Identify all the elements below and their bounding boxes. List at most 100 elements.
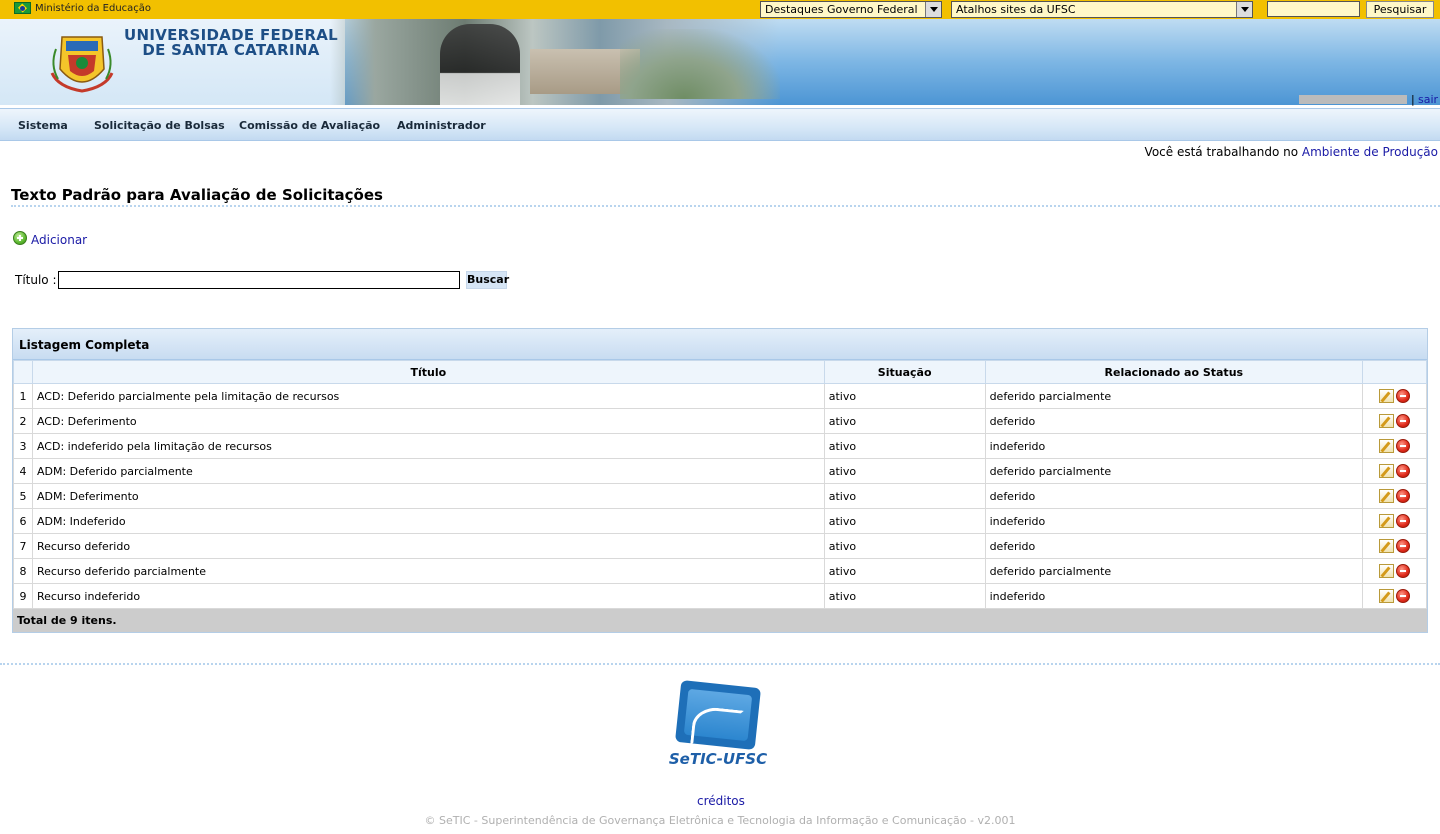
setic-logo[interactable]: SeTIC-UFSC (666, 679, 770, 770)
row-actions (1362, 558, 1427, 584)
column-header-number (13, 360, 33, 384)
table-row: 3 ACD: indeferido pela limitação de recur… (13, 433, 1427, 459)
edit-icon[interactable] (1379, 539, 1395, 553)
main-nav: Sistema Solicitação de Bolsas Comissão d… (0, 108, 1440, 141)
credits-link[interactable]: créditos (697, 794, 745, 808)
title-divider (11, 205, 1440, 207)
row-status: deferido parcialmente (984, 558, 1364, 584)
edit-icon[interactable] (1379, 489, 1395, 503)
add-button[interactable]: Adicionar (13, 229, 87, 247)
edit-icon[interactable] (1379, 414, 1395, 428)
logout-link[interactable]: sair (1418, 93, 1438, 106)
listing-table: Listagem Completa Título Situação Relaci… (12, 328, 1428, 633)
nav-item-solicitacao-bolsas[interactable]: Solicitação de Bolsas (94, 119, 225, 132)
gov-search-button[interactable]: Pesquisar (1366, 1, 1434, 18)
edit-icon[interactable] (1379, 589, 1395, 603)
delete-icon[interactable] (1396, 564, 1411, 578)
row-number: 2 (13, 408, 33, 434)
row-status: deferido (984, 533, 1364, 559)
delete-icon[interactable] (1396, 414, 1411, 428)
delete-icon[interactable] (1396, 539, 1411, 553)
row-status: deferido parcialmente (984, 383, 1364, 409)
row-number: 3 (13, 433, 33, 459)
table-footer-total: Total de 9 itens. (13, 609, 1427, 632)
table-caption: Listagem Completa (13, 329, 1427, 360)
row-status: indeferido (984, 583, 1364, 609)
table-row: 7 Recurso deferido ativo deferido (13, 533, 1427, 559)
add-link[interactable]: Adicionar (31, 233, 87, 247)
ufsc-crest-logo (50, 36, 114, 93)
add-icon (13, 231, 27, 245)
federal-highlights-select[interactable]: Destaques Governo Federal (760, 1, 942, 18)
row-title: ADM: Deferimento (31, 483, 825, 509)
nav-item-comissao-avaliacao[interactable]: Comissão de Avaliação (239, 119, 380, 132)
row-situacao: ativo (823, 383, 986, 409)
nav-item-administrador[interactable]: Administrador (397, 119, 486, 132)
row-actions (1362, 383, 1427, 409)
row-number: 7 (13, 533, 33, 559)
row-title: ACD: Deferido parcialmente pela limitaçã… (31, 383, 825, 409)
delete-icon[interactable] (1396, 514, 1411, 528)
row-status: indeferido (984, 508, 1364, 534)
row-situacao: ativo (823, 408, 986, 434)
row-status: deferido (984, 483, 1364, 509)
row-situacao: ativo (823, 483, 986, 509)
brazil-flag-icon (14, 2, 31, 14)
university-name-line2: DE SANTA CATARINA (142, 41, 320, 59)
row-situacao: ativo (823, 508, 986, 534)
row-title: ACD: Deferimento (31, 408, 825, 434)
table-row: 6 ADM: Indeferido ativo indeferido (13, 508, 1427, 534)
footer-divider (0, 663, 1440, 665)
delete-icon[interactable] (1396, 464, 1411, 478)
title-filter-label: Título : (15, 273, 57, 287)
edit-icon[interactable] (1379, 514, 1395, 528)
setic-logo-text: SeTIC-UFSC (668, 750, 768, 768)
edit-icon[interactable] (1379, 389, 1395, 403)
copyright-text: © SeTIC - Superintendência de Governança… (424, 814, 1016, 827)
ministry-label: Ministério da Educação (35, 2, 152, 14)
nav-item-sistema[interactable]: Sistema (18, 119, 68, 132)
environment-prefix: Você está trabalhando no (1144, 145, 1299, 159)
page-title: Texto Padrão para Avaliação de Solicitaç… (11, 186, 383, 204)
row-number: 8 (13, 558, 33, 584)
row-situacao: ativo (823, 433, 986, 459)
row-number: 6 (13, 508, 33, 534)
user-name-placeholder (1299, 95, 1407, 104)
edit-icon[interactable] (1379, 464, 1395, 478)
column-header-actions (1362, 360, 1427, 384)
row-actions (1362, 433, 1427, 459)
table-body: 1 ACD: Deferido parcialmente pela limitaç… (13, 383, 1427, 609)
ufsc-shortcuts-select[interactable]: Atalhos sites da UFSC (951, 1, 1253, 18)
delete-icon[interactable] (1396, 439, 1411, 453)
table-row: 4 ADM: Deferido parcialmente ativo deferido… (13, 458, 1427, 484)
table-header-row: Título Situação Relacionado ao Status (13, 360, 1427, 384)
gov-search-input[interactable] (1267, 1, 1360, 17)
row-actions (1362, 408, 1427, 434)
delete-icon[interactable] (1396, 389, 1411, 403)
table-row: 8 Recurso deferido parcialmente ativo defer… (13, 558, 1427, 584)
row-number: 5 (13, 483, 33, 509)
title-filter-input[interactable] (58, 271, 460, 289)
column-header-title: Título (31, 360, 825, 384)
delete-icon[interactable] (1396, 589, 1411, 603)
separator: | (1411, 93, 1415, 106)
row-title: Recurso deferido (31, 533, 825, 559)
row-situacao: ativo (823, 533, 986, 559)
delete-icon[interactable] (1396, 489, 1411, 503)
row-status: deferido (984, 408, 1364, 434)
table-row: 2 ACD: Deferimento ativo deferido (13, 408, 1427, 434)
row-title: Recurso indeferido (31, 583, 825, 609)
row-situacao: ativo (823, 558, 986, 584)
row-actions (1362, 533, 1427, 559)
row-number: 4 (13, 458, 33, 484)
campus-hills-photo (620, 29, 780, 99)
edit-icon[interactable] (1379, 564, 1395, 578)
student-photo (440, 24, 520, 105)
environment-link[interactable]: Ambiente de Produção (1302, 145, 1438, 159)
environment-notice: Você está trabalhando no Ambiente de Pro… (1145, 145, 1438, 159)
row-situacao: ativo (823, 583, 986, 609)
ministry-link[interactable]: Ministério da Educação (14, 2, 151, 14)
search-button[interactable]: Buscar (466, 271, 509, 289)
edit-icon[interactable] (1379, 439, 1395, 453)
row-actions (1362, 583, 1427, 609)
